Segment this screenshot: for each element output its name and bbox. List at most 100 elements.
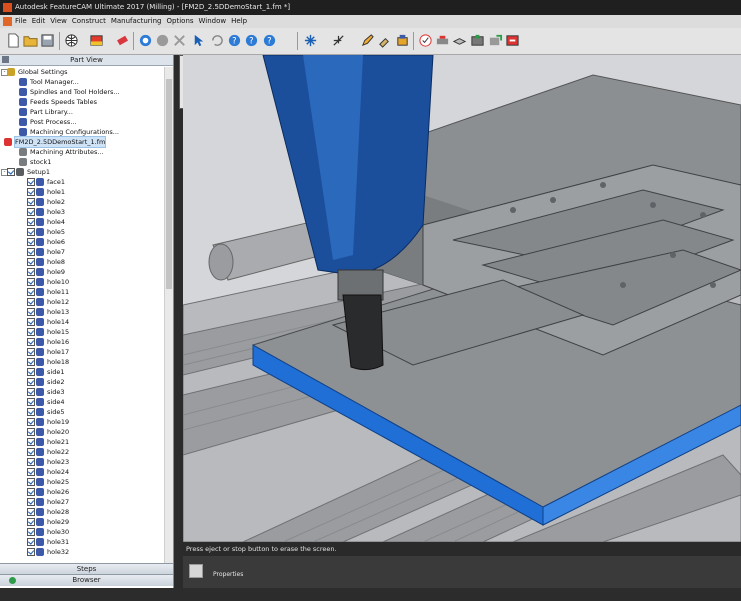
- menu-construct[interactable]: Construct: [72, 15, 106, 28]
- menu-options[interactable]: Options: [167, 15, 194, 28]
- tree-item-label: hole18: [47, 358, 70, 366]
- checkbox[interactable]: [27, 388, 35, 396]
- checkbox[interactable]: [27, 328, 35, 336]
- scroll-thumb[interactable]: [166, 79, 172, 289]
- tree-item-icon: [36, 538, 44, 546]
- tree-item-label: hole31: [47, 538, 70, 546]
- checkbox[interactable]: [27, 268, 35, 276]
- pin-icon[interactable]: [2, 56, 9, 63]
- checkbox[interactable]: [27, 418, 35, 426]
- tree-item-icon: [36, 528, 44, 536]
- tree-item-icon: [19, 98, 27, 106]
- tree-item-icon: [16, 168, 24, 176]
- tree-scrollbar[interactable]: [164, 67, 173, 563]
- tree-item-label: side5: [47, 408, 65, 416]
- checkbox[interactable]: [27, 308, 35, 316]
- checkbox[interactable]: [27, 368, 35, 376]
- checkbox[interactable]: [27, 518, 35, 526]
- color-fill-icon[interactable]: [88, 32, 104, 49]
- checkbox[interactable]: [27, 338, 35, 346]
- checkbox[interactable]: [27, 258, 35, 266]
- toolpath-icon[interactable]: [417, 32, 433, 49]
- checkbox[interactable]: [27, 378, 35, 386]
- tree-item-icon: [4, 138, 12, 146]
- checkbox[interactable]: [27, 288, 35, 296]
- 3d-viewport[interactable]: [183, 55, 741, 542]
- nc-code-icon[interactable]: [504, 32, 520, 49]
- checkbox[interactable]: [27, 508, 35, 516]
- checkbox[interactable]: [27, 228, 35, 236]
- checkbox[interactable]: [27, 358, 35, 366]
- checkbox[interactable]: [27, 498, 35, 506]
- tree-item-label: hole12: [47, 298, 70, 306]
- context-help-icon[interactable]: ?: [243, 32, 259, 49]
- checkbox[interactable]: [27, 178, 35, 186]
- menu-window[interactable]: Window: [199, 15, 227, 28]
- globe-icon[interactable]: [63, 32, 79, 49]
- stock-icon[interactable]: [451, 32, 467, 49]
- menu-edit[interactable]: Edit: [32, 15, 46, 28]
- checkbox[interactable]: [27, 538, 35, 546]
- checkbox[interactable]: [27, 198, 35, 206]
- document-icon[interactable]: [3, 17, 12, 26]
- part-view-header: Part View: [0, 55, 173, 66]
- checkbox[interactable]: [27, 208, 35, 216]
- checkbox[interactable]: [27, 408, 35, 416]
- main-toolbar: ? ? ?: [0, 28, 741, 55]
- select-cursor-icon[interactable]: [190, 32, 206, 49]
- checkbox[interactable]: [27, 428, 35, 436]
- tree-item-label: Part Library...: [30, 108, 73, 116]
- checkbox[interactable]: [27, 398, 35, 406]
- tree-item-icon: [36, 178, 44, 186]
- whats-this-icon[interactable]: ?: [261, 32, 277, 49]
- feature-icon[interactable]: [394, 32, 410, 49]
- menu-file[interactable]: File: [15, 15, 27, 28]
- close-x-icon[interactable]: [171, 32, 187, 49]
- tree-item-label: hole29: [47, 518, 70, 526]
- checkbox[interactable]: [27, 438, 35, 446]
- checkbox[interactable]: [27, 218, 35, 226]
- part-view-title: Part View: [70, 56, 103, 64]
- checkbox[interactable]: [27, 448, 35, 456]
- menu-view[interactable]: View: [50, 15, 67, 28]
- svg-text:?: ?: [249, 35, 253, 45]
- machine-icon[interactable]: [469, 32, 485, 49]
- tree-item-label: hole7: [47, 248, 66, 256]
- sync-icon[interactable]: [137, 32, 153, 49]
- checkbox[interactable]: [27, 458, 35, 466]
- save-icon[interactable]: [39, 32, 55, 49]
- open-folder-icon[interactable]: [22, 32, 38, 49]
- undo-icon[interactable]: [208, 32, 224, 49]
- checkbox[interactable]: [27, 348, 35, 356]
- eraser-icon[interactable]: [114, 32, 130, 49]
- export-icon[interactable]: [487, 32, 503, 49]
- tree-item-icon: [36, 358, 44, 366]
- menu-manufacturing[interactable]: Manufacturing: [111, 15, 162, 28]
- help-question-icon[interactable]: ?: [226, 32, 242, 49]
- checkbox[interactable]: [27, 488, 35, 496]
- checkbox[interactable]: [27, 318, 35, 326]
- checkbox[interactable]: [27, 478, 35, 486]
- tree-item-icon: [36, 498, 44, 506]
- checkbox[interactable]: [27, 188, 35, 196]
- snap-icon[interactable]: [302, 32, 318, 49]
- axis-icon[interactable]: [330, 32, 346, 49]
- checkbox[interactable]: [7, 168, 15, 176]
- checkbox[interactable]: [27, 238, 35, 246]
- checkbox[interactable]: [27, 278, 35, 286]
- menu-help[interactable]: Help: [231, 15, 247, 28]
- tree-item-label: Post Process...: [30, 118, 77, 126]
- browser-button[interactable]: Browser: [0, 574, 173, 586]
- checkbox[interactable]: [27, 528, 35, 536]
- simulate-icon[interactable]: [434, 32, 450, 49]
- pencil-icon[interactable]: [359, 32, 375, 49]
- checkbox[interactable]: [27, 548, 35, 556]
- checkbox[interactable]: [27, 298, 35, 306]
- disk-icon[interactable]: [154, 32, 170, 49]
- checkbox[interactable]: [27, 468, 35, 476]
- app-icon: [3, 3, 12, 12]
- properties-icon[interactable]: [189, 564, 203, 578]
- new-file-icon[interactable]: [5, 32, 21, 49]
- checkbox[interactable]: [27, 248, 35, 256]
- tool-icon[interactable]: [376, 32, 392, 49]
